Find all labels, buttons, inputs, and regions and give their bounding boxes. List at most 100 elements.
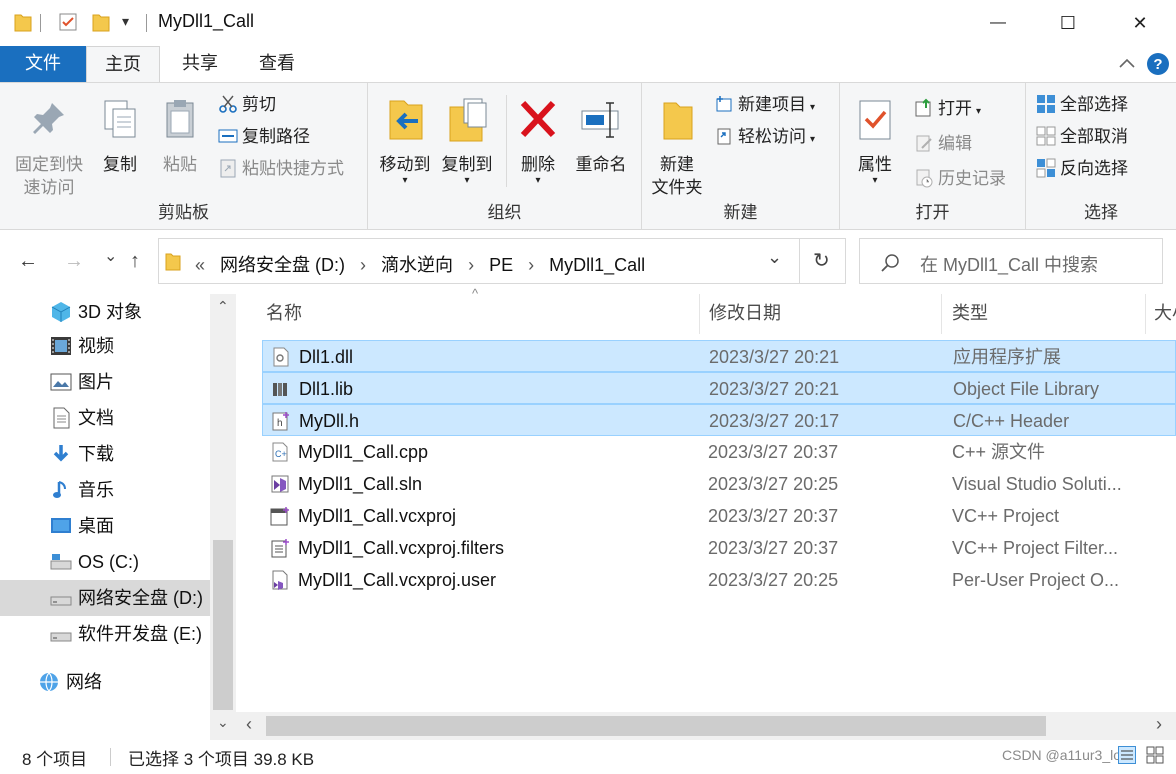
refresh-button[interactable]: ↻ [813,248,830,273]
pin-to-quick-access-button[interactable]: 固定到快 速访问 [10,97,88,199]
breadcrumb-separator[interactable]: › [468,255,474,275]
delete-button[interactable]: 删除 ▾ [512,97,564,186]
sidebar-item-music[interactable]: 音乐 [0,472,210,508]
breadcrumb-overflow[interactable]: « [195,255,205,275]
help-icon[interactable]: ? [1146,52,1170,76]
scroll-right-button[interactable]: › [1156,714,1162,735]
invert-selection-button[interactable]: 反向选择 [1036,155,1128,183]
column-header-type[interactable]: 类型 [942,294,1146,334]
file-row[interactable]: h MyDll.h 2023/3/27 20:17 C/C++ Header [262,404,1176,436]
sidebar-item-desktop[interactable]: 桌面 [0,508,210,544]
breadcrumb-item[interactable]: 网络安全盘 (D:) [220,255,345,275]
scroll-up-button[interactable]: ⌃ [217,298,229,315]
file-type: Per-User Project O... [952,570,1120,590]
properties-label: 属性 [858,155,892,174]
scroll-left-button[interactable]: ‹ [246,714,252,735]
paste-button[interactable]: 粘贴 [156,97,204,176]
history-button[interactable]: 历史记录 [914,165,1006,193]
new-folder-qat-icon[interactable] [92,12,110,32]
properties-button[interactable]: 属性 ▾ [846,97,904,186]
sidebar-item-network[interactable]: 网络 [0,664,210,700]
tab-home[interactable]: 主页 [86,46,160,83]
cube-icon [51,302,71,322]
file-date: 2023/3/27 20:21 [709,379,840,399]
search-box[interactable]: 在 MyDll1_Call 中搜索 [859,238,1163,284]
header-file-icon: h [272,412,289,431]
easy-access-icon [717,128,731,145]
file-name: MyDll1_Call.vcxproj.filters [298,538,505,558]
file-row[interactable]: Dll1.lib 2023/3/27 20:21 Object File Lib… [262,372,1176,404]
drive-icon [50,596,72,606]
sidebar-item-3d-objects[interactable]: 3D 对象 [0,294,210,330]
forward-button[interactable]: → [64,250,84,273]
file-date: 2023/3/27 20:21 [709,347,840,367]
details-view-icon[interactable] [1118,746,1136,764]
horizontal-scrollbar[interactable]: ‹ › [236,712,1176,740]
recent-locations-button[interactable]: ⌄ [104,246,117,266]
select-none-button[interactable]: 全部取消 [1036,123,1128,151]
column-header-date[interactable]: 修改日期 [700,294,942,334]
back-button[interactable]: ← [18,250,38,273]
rename-button[interactable]: 重命名 [568,97,634,176]
column-header-name[interactable]: 名称 [262,294,700,334]
copy-button[interactable]: 复制 [96,97,144,176]
file-row[interactable]: MyDll1_Call.vcxproj.filters 2023/3/27 20… [262,532,1176,564]
file-type: C/C++ Header [953,411,1070,431]
qat-dropdown-icon[interactable]: ▾ [122,13,129,30]
vcxproj-file-icon [270,507,289,526]
select-group: 全部选择 全部取消 反向选择 选择 [1026,83,1176,229]
file-type: C++ 源文件 [952,442,1046,462]
title-separator [40,14,41,32]
sidebar-item-pictures[interactable]: 图片 [0,364,210,400]
edit-button[interactable]: 编辑 [914,130,972,158]
sidebar-item-downloads[interactable]: 下载 [0,436,210,472]
new-folder-button[interactable]: 新建 文件夹 [646,97,708,199]
sidebar-item-os-c[interactable]: OS (C:) [0,544,210,580]
sidebar-scroll-thumb[interactable] [213,540,233,710]
file-row[interactable]: C+ MyDll1_Call.cpp 2023/3/27 20:37 C++ 源… [262,436,1176,468]
sidebar-item-videos[interactable]: 视频 [0,328,210,364]
move-to-button[interactable]: 移动到 ▾ [374,97,436,186]
up-button[interactable]: ↑ [130,250,140,273]
tab-share[interactable]: 共享 [164,46,236,82]
breadcrumb-item[interactable]: 滴水逆向 [381,255,453,275]
new-group-label: 新建 [723,203,758,222]
tab-file[interactable]: 文件 [0,46,86,82]
file-row[interactable]: Dll1.dll 2023/3/27 20:21 应用程序扩展 [262,340,1176,372]
copy-to-label: 复制到 [441,155,493,174]
breadcrumb-separator[interactable]: › [528,255,534,275]
minimize-button[interactable]: — [978,8,1018,38]
scroll-down-button[interactable]: ⌄ [217,714,229,731]
address-dropdown-button[interactable]: ⌄ [767,247,782,268]
large-icons-view-icon[interactable] [1146,746,1164,764]
file-row[interactable]: MyDll1_Call.vcxproj.user 2023/3/27 20:25… [262,564,1176,596]
file-row[interactable]: MyDll1_Call.sln 2023/3/27 20:25 Visual S… [262,468,1176,500]
sidebar-item-drive-d[interactable]: 网络安全盘 (D:) [0,580,210,616]
lib-file-icon [273,383,287,396]
svg-text:?: ? [1153,56,1162,73]
maximize-button[interactable]: ☐ [1048,8,1088,38]
breadcrumb-item[interactable]: MyDll1_Call [549,255,645,275]
easy-access-button[interactable]: 轻松访问 ▾ [714,123,815,151]
paste-shortcut-button[interactable]: 粘贴快捷方式 [218,155,344,183]
address-bar[interactable]: « 网络安全盘 (D:) › 滴水逆向 › PE › MyDll1_Call ⌄… [158,238,846,284]
collapse-ribbon-icon[interactable] [1118,56,1136,70]
properties-checkbox-icon[interactable] [58,12,78,32]
sidebar-scrollbar[interactable]: ⌃ ⌄ [210,294,236,740]
breadcrumb-item[interactable]: PE [489,255,513,275]
select-all-button[interactable]: 全部选择 [1036,91,1128,119]
breadcrumb-separator[interactable]: › [360,255,366,275]
open-button[interactable]: 打开 ▾ [914,95,981,123]
new-item-button[interactable]: 新建项目 ▾ [714,91,815,119]
tab-view[interactable]: 查看 [240,46,314,82]
file-row[interactable]: MyDll1_Call.vcxproj 2023/3/27 20:37 VC++… [262,500,1176,532]
new-folder-icon [663,102,693,140]
column-header-size[interactable]: 大小 [1146,294,1176,334]
horizontal-scroll-thumb[interactable] [266,716,1046,736]
copy-to-button[interactable]: 复制到 ▾ [436,97,498,186]
close-button[interactable]: ✕ [1120,8,1160,38]
copy-path-button[interactable]: 复制路径 [218,123,310,151]
cut-button[interactable]: 剪切 [218,91,276,119]
sidebar-item-documents[interactable]: 文档 [0,400,210,436]
sidebar-item-drive-e[interactable]: 软件开发盘 (E:) [0,616,210,652]
